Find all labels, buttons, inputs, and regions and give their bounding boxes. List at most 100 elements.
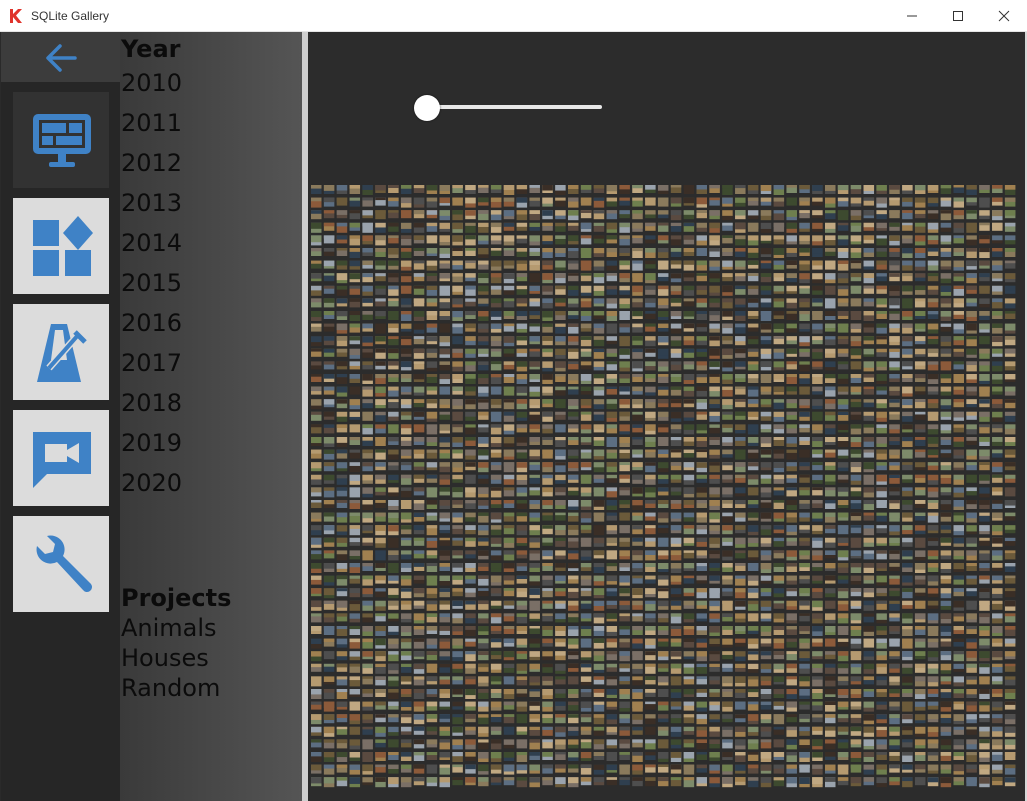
photo-thumbnail[interactable] [940,701,952,712]
photo-thumbnail[interactable] [645,600,656,611]
photo-thumbnail[interactable] [452,311,463,321]
year-item[interactable]: 2015 [121,269,182,297]
photo-thumbnail[interactable] [709,764,720,774]
photo-thumbnail[interactable] [580,626,592,636]
photo-thumbnail[interactable] [362,437,373,446]
photo-thumbnail[interactable] [927,525,939,534]
photo-thumbnail[interactable] [413,235,425,244]
photo-thumbnail[interactable] [696,537,708,547]
photo-thumbnail[interactable] [555,701,566,711]
photo-thumbnail[interactable] [940,437,952,445]
photo-thumbnail[interactable] [914,626,926,635]
photo-thumbnail[interactable] [953,361,965,370]
photo-thumbnail[interactable] [516,399,528,410]
photo-thumbnail[interactable] [657,185,669,194]
photo-thumbnail[interactable] [940,752,952,761]
photo-thumbnail[interactable] [773,185,785,195]
photo-thumbnail[interactable] [927,726,939,737]
photo-thumbnail[interactable] [503,764,515,775]
photo-thumbnail[interactable] [619,714,630,724]
photo-thumbnail[interactable] [645,500,656,508]
photo-thumbnail[interactable] [593,714,605,725]
photo-thumbnail[interactable] [400,197,412,208]
photo-thumbnail[interactable] [773,222,785,232]
photo-thumbnail[interactable] [375,437,386,446]
photo-thumbnail[interactable] [747,399,759,408]
photo-thumbnail[interactable] [953,651,965,662]
photo-thumbnail[interactable] [426,449,438,459]
photo-thumbnail[interactable] [349,210,361,220]
photo-thumbnail[interactable] [400,777,412,788]
photo-thumbnail[interactable] [863,537,875,547]
photo-thumbnail[interactable] [683,399,695,408]
photo-thumbnail[interactable] [953,563,965,572]
photo-thumbnail[interactable] [812,260,823,270]
photo-thumbnail[interactable] [465,500,476,509]
photo-thumbnail[interactable] [478,739,489,750]
photo-thumbnail[interactable] [413,739,425,749]
photo-thumbnail[interactable] [632,285,643,296]
photo-thumbnail[interactable] [927,386,939,395]
photo-thumbnail[interactable] [812,588,823,599]
photo-thumbnail[interactable] [799,437,810,445]
photo-thumbnail[interactable] [850,689,862,698]
project-item-houses[interactable]: Houses [121,644,209,672]
photo-thumbnail[interactable] [889,626,900,634]
photo-thumbnail[interactable] [850,424,862,435]
photo-thumbnail[interactable] [992,474,1003,483]
photo-thumbnail[interactable] [992,739,1003,750]
photo-thumbnail[interactable] [555,210,566,220]
photo-thumbnail[interactable] [1004,424,1016,435]
photo-thumbnail[interactable] [323,689,335,699]
photo-thumbnail[interactable] [914,638,926,648]
photo-thumbnail[interactable] [311,411,322,421]
photo-thumbnail[interactable] [388,248,399,258]
photo-thumbnail[interactable] [619,462,630,472]
photo-thumbnail[interactable] [902,222,913,231]
photo-thumbnail[interactable] [786,550,797,561]
photo-thumbnail[interactable] [413,260,425,270]
photo-thumbnail[interactable] [645,575,656,584]
photo-thumbnail[interactable] [580,273,592,282]
photo-thumbnail[interactable] [825,474,836,485]
photo-thumbnail[interactable] [375,600,386,611]
photo-thumbnail[interactable] [619,311,630,320]
photo-thumbnail[interactable] [735,676,746,687]
photo-thumbnail[interactable] [568,374,579,384]
photo-thumbnail[interactable] [902,726,913,735]
photo-thumbnail[interactable] [953,210,965,220]
photo-thumbnail[interactable] [619,764,630,775]
photo-thumbnail[interactable] [773,260,785,270]
photo-thumbnail[interactable] [336,512,348,523]
photo-thumbnail[interactable] [837,701,849,710]
photo-thumbnail[interactable] [953,777,965,786]
photo-thumbnail[interactable] [311,399,322,410]
photo-thumbnail[interactable] [478,285,489,295]
photo-thumbnail[interactable] [388,285,399,296]
photo-thumbnail[interactable] [966,235,977,246]
photo-thumbnail[interactable] [773,348,785,359]
photo-thumbnail[interactable] [375,411,386,422]
photo-thumbnail[interactable] [876,588,887,597]
photo-thumbnail[interactable] [786,500,797,510]
photo-thumbnail[interactable] [645,588,656,598]
photo-thumbnail[interactable] [516,651,528,660]
photo-thumbnail[interactable] [889,411,900,420]
photo-thumbnail[interactable] [760,537,772,547]
photo-thumbnail[interactable] [889,474,900,484]
photo-thumbnail[interactable] [953,449,965,459]
photo-thumbnail[interactable] [619,500,630,508]
photo-thumbnail[interactable] [645,323,656,332]
photo-thumbnail[interactable] [465,537,476,547]
photo-thumbnail[interactable] [837,348,849,357]
photo-thumbnail[interactable] [773,374,785,382]
photo-thumbnail[interactable] [876,374,887,384]
photo-thumbnail[interactable] [657,764,669,773]
photo-thumbnail[interactable] [503,235,515,246]
photo-thumbnail[interactable] [953,487,965,498]
photo-thumbnail[interactable] [555,361,566,372]
photo-thumbnail[interactable] [657,651,669,661]
photo-thumbnail[interactable] [529,399,540,409]
photo-thumbnail[interactable] [709,714,720,723]
photo-thumbnail[interactable] [735,424,746,434]
